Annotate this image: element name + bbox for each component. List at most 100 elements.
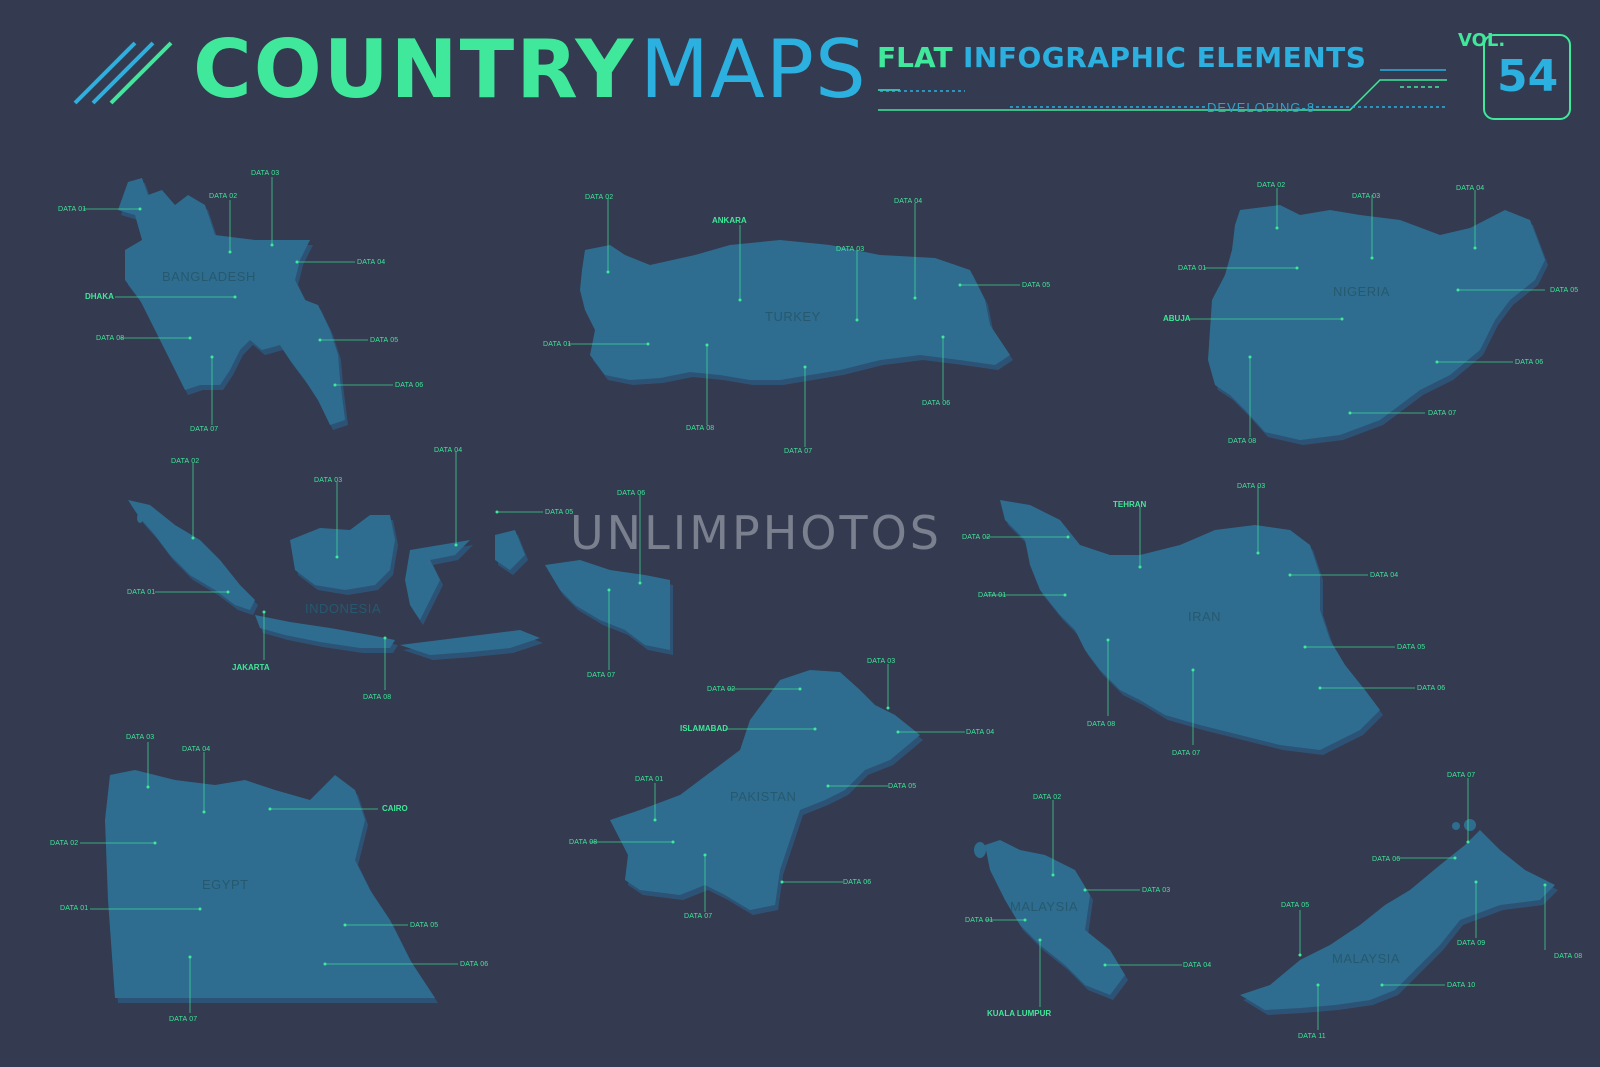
data-label: DATA 01: [127, 589, 156, 596]
data-label: DATA 02: [171, 458, 200, 465]
map-indonesia-maluku: [495, 530, 525, 570]
data-label: DATA 05: [1022, 282, 1051, 289]
data-label: DATA 01: [978, 592, 1007, 599]
data-label: DATA 03: [1237, 483, 1266, 490]
data-label: DATA 06: [460, 961, 489, 968]
data-label: DATA 11: [1298, 1033, 1326, 1040]
data-label: DATA 06: [617, 490, 646, 497]
data-label: DATA 02: [50, 840, 79, 847]
vol-label: VOL.: [1458, 30, 1506, 51]
header-frame-lines: [878, 69, 1447, 111]
data-label: DATA 04: [357, 259, 386, 266]
data-label: DATA 04: [894, 198, 923, 205]
capital-kuala-lumpur: KUALA LUMPUR: [987, 1009, 1052, 1018]
data-label: DATA 02: [1257, 182, 1286, 189]
data-label: DATA 03: [1352, 193, 1381, 200]
title-maps: MAPS: [640, 23, 867, 116]
data-label: DATA 02: [707, 686, 736, 693]
map-indonesia-papua: [545, 560, 670, 650]
data-label: DATA 03: [1142, 887, 1171, 894]
data-label: DATA 07: [784, 448, 813, 455]
data-label: DATA 07: [190, 426, 219, 433]
capital-abuja: ABUJA: [1163, 314, 1191, 323]
watermark: UNLIMPHOTOS: [570, 506, 943, 560]
data-label: DATA 01: [1178, 265, 1207, 272]
data-label: DATA 07: [684, 913, 713, 920]
capital-ankara: ANKARA: [712, 216, 747, 225]
data-label: DATA 04: [1456, 185, 1485, 192]
capital-dhaka: DHAKA: [85, 292, 114, 301]
map-indonesia-borneo: [290, 515, 395, 590]
data-label: DATA 02: [209, 193, 238, 200]
data-label: DATA 08: [1087, 721, 1116, 728]
capital-jakarta: JAKARTA: [232, 663, 270, 672]
data-label: DATA 01: [58, 206, 87, 213]
map-nigeria: [1208, 205, 1545, 440]
country-name-pakistan: PAKISTAN: [730, 789, 797, 804]
data-label: DATA 08: [569, 839, 598, 846]
country-name-iran: IRAN: [1188, 609, 1222, 624]
map-indonesia-sulawesi: [405, 540, 470, 620]
data-label: DATA 03: [251, 170, 280, 177]
data-label: DATA 05: [1397, 644, 1426, 651]
country-name-malaysia-east: MALAYSIA: [1332, 951, 1401, 966]
country-name-malaysia-west: MALAYSIA: [1010, 899, 1079, 914]
data-label: DATA 04: [966, 729, 995, 736]
data-label: DATA 06: [843, 879, 872, 886]
data-label: DATA 01: [60, 905, 89, 912]
data-label: DATA 03: [867, 658, 896, 665]
country-name-turkey: TURKEY: [765, 309, 821, 324]
map-indonesia-islands: [400, 630, 540, 655]
data-label: DATA 01: [635, 776, 664, 783]
map-bangladesh: [118, 178, 345, 425]
data-label: DATA 04: [1370, 572, 1399, 579]
data-label: DATA 08: [686, 425, 715, 432]
data-label: DATA 10: [1447, 982, 1476, 989]
capital-islamabad: ISLAMABAD: [680, 724, 728, 733]
data-label: DATA 06: [1417, 685, 1446, 692]
data-label: DATA 03: [126, 734, 155, 741]
title-country: COUNTRY: [193, 23, 636, 116]
map-indonesia-java: [255, 615, 395, 648]
data-label: DATA 02: [962, 534, 991, 541]
data-label: DATA 02: [585, 194, 614, 201]
country-name-bangladesh: BANGLADESH: [162, 269, 256, 284]
map-iran: [1000, 500, 1380, 750]
country-name-indonesia: INDONESIA: [305, 601, 382, 616]
data-label: DATA 08: [96, 335, 125, 342]
subtitle-flat: FLAT: [877, 41, 953, 74]
data-label: DATA 02: [1033, 794, 1062, 801]
subtitle-infographic: INFOGRAPHIC ELEMENTS: [963, 41, 1367, 74]
data-label: DATA 06: [1515, 359, 1544, 366]
series-label: DEVELOPING-8: [1207, 100, 1316, 115]
data-label: DATA 04: [1183, 962, 1212, 969]
data-label: DATA 06: [1372, 856, 1401, 863]
data-label: DATA 01: [543, 341, 572, 348]
data-label: DATA 04: [182, 746, 211, 753]
data-label: DATA 05: [1550, 287, 1579, 294]
data-label: DATA 05: [370, 337, 399, 344]
data-label: DATA 05: [888, 783, 917, 790]
capital-tehran: TEHRAN: [1113, 500, 1147, 509]
data-label: DATA 06: [922, 400, 951, 407]
data-label: DATA 06: [395, 382, 424, 389]
capital-cairo: CAIRO: [382, 804, 408, 813]
vol-number: 54: [1497, 51, 1559, 102]
data-label: DATA 08: [1228, 438, 1257, 445]
data-label: DATA 07: [1172, 750, 1201, 757]
data-label: DATA 05: [410, 922, 439, 929]
data-label: DATA 07: [1428, 410, 1457, 417]
data-label: DATA 08: [1554, 953, 1583, 960]
country-name-nigeria: NIGERIA: [1333, 284, 1390, 299]
data-label: DATA 07: [1447, 772, 1476, 779]
map-malaysia-west: [985, 840, 1125, 995]
data-label: DATA 07: [587, 672, 616, 679]
header-slash-decoration: [73, 41, 173, 105]
data-label: DATA 03: [836, 246, 865, 253]
data-label: DATA 01: [965, 917, 994, 924]
infographic-canvas: COUNTRY MAPS FLAT INFOGRAPHIC ELEMENTS D…: [0, 0, 1600, 1067]
data-label: DATA 04: [434, 447, 463, 454]
data-label: DATA 09: [1457, 940, 1486, 947]
data-label: DATA 05: [1281, 902, 1310, 909]
data-label: DATA 08: [363, 694, 392, 701]
